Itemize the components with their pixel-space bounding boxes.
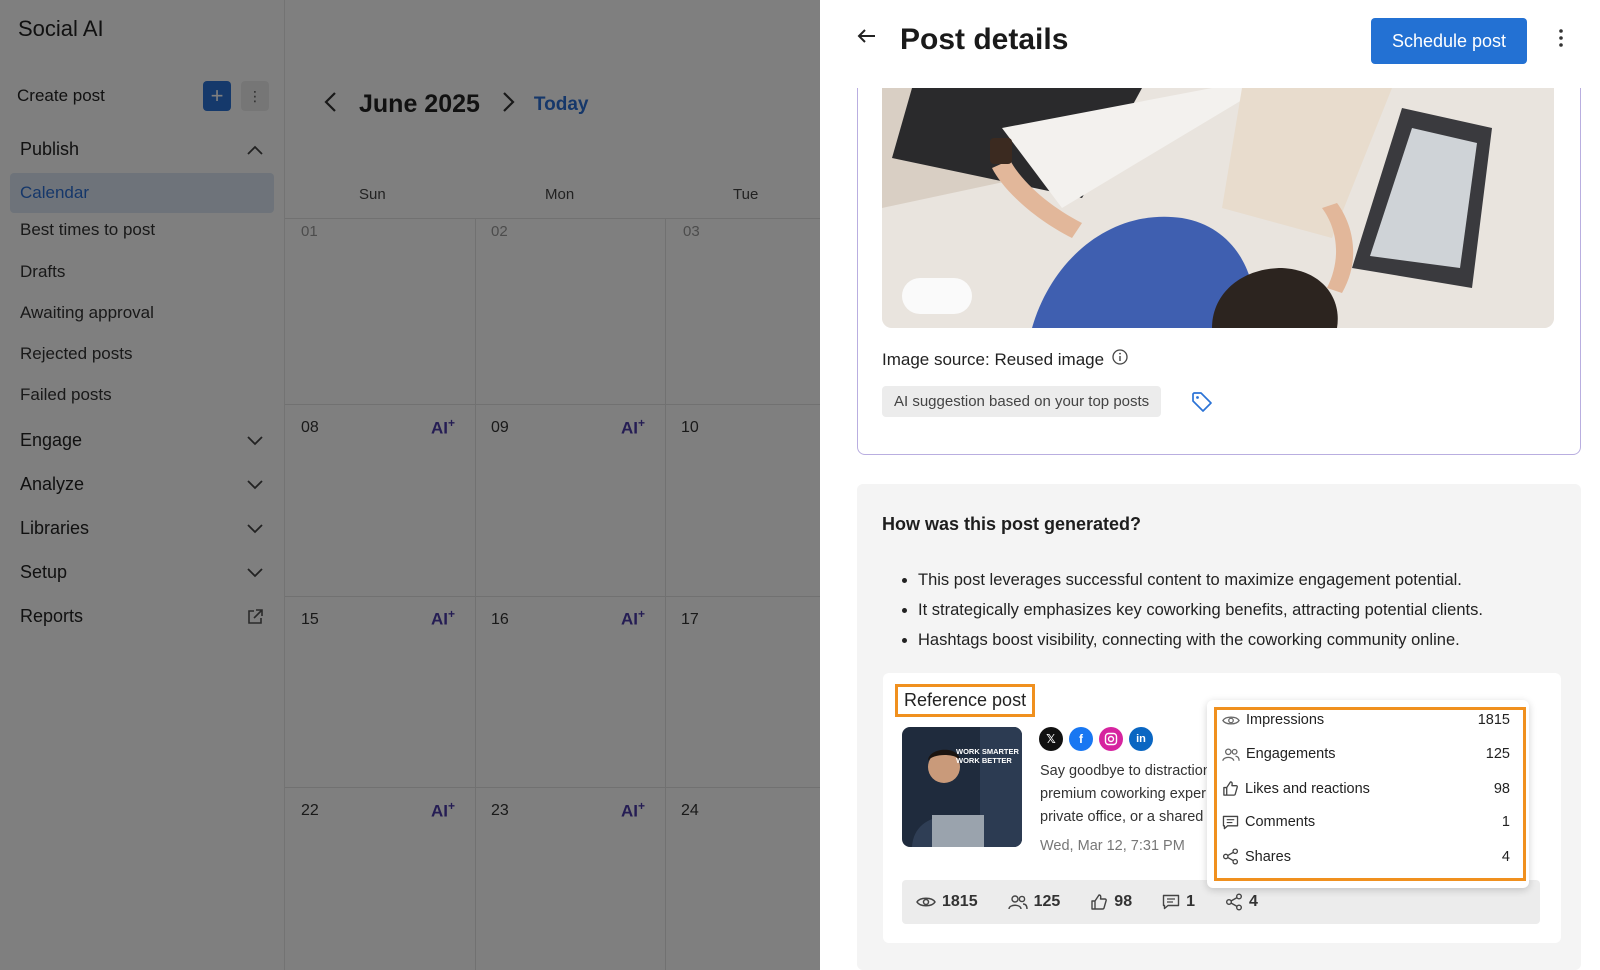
stat-likes: 98 [1090,893,1132,911]
list-item: Hashtags boost visibility, connecting wi… [918,625,1560,655]
comment-icon [1222,815,1239,829]
reference-text-line: private office, or a shared [1040,809,1204,825]
metric-row-shares: Shares 4 [1222,848,1510,865]
users-icon [1007,895,1028,910]
metric-row-comments: Comments 1 [1222,814,1510,830]
metric-row-engagements: Engagements 125 [1222,746,1510,762]
more-options-button[interactable] [1558,28,1564,53]
tag-icon[interactable] [1191,391,1213,418]
generation-reasons: This post leverages successful content t… [900,565,1560,655]
schedule-post-button[interactable]: Schedule post [1371,18,1527,64]
image-source: Image source: Reused image [882,349,1128,370]
metric-value: 1815 [1477,712,1510,728]
metric-label: Engagements [1246,746,1336,762]
metric-value: 98 [1493,780,1510,797]
eye-icon [916,897,936,907]
ai-suggestion-chip: AI suggestion based on your top posts [882,386,1162,417]
metric-value: 1 [1501,814,1510,830]
thumbnail-text: WORK SMARTER [956,747,1019,756]
back-button[interactable] [856,28,876,49]
generation-title: How was this post generated? [882,514,1142,534]
kebab-icon [1559,29,1563,47]
eye-icon [1222,715,1240,725]
metric-value: 125 [1485,746,1510,762]
reference-text-line: premium coworking exper [1040,786,1207,802]
share-icon [1226,893,1242,911]
comment-icon [1162,894,1180,910]
instagram-icon [1099,727,1123,751]
reference-post-label: Reference post [895,684,1036,717]
panel-header: Post details Schedule post [820,0,1600,88]
info-icon[interactable] [1112,349,1128,370]
image-source-text: Image source: Reused image [882,349,1105,369]
stat-comments: 1 [1162,893,1195,911]
social-networks: 𝕏 f in [1039,727,1153,751]
thumbs-up-icon [1223,781,1238,796]
arrow-left-icon [857,29,875,43]
metric-row-impressions: Impressions 1815 [1222,712,1510,728]
list-item: This post leverages successful content t… [918,565,1560,595]
stat-shares: 4 [1225,893,1258,911]
share-icon [1222,848,1239,865]
metric-label: Likes and reactions [1245,780,1370,797]
page-title: Post details [900,23,1069,56]
post-details-panel: Image source: Reused image AI suggestion… [820,0,1600,970]
linkedin-icon: in [1129,727,1153,751]
facebook-icon: f [1069,727,1093,751]
metric-row-likes: Likes and reactions 98 [1222,780,1510,797]
users-icon [1222,747,1240,761]
x-twitter-icon: 𝕏 [1039,727,1063,751]
thumbs-up-icon [1091,894,1108,910]
metric-label: Comments [1245,814,1316,830]
modal-overlay[interactable] [0,0,820,970]
stat-impressions: 1815 [916,893,978,911]
thumbnail-text: WORK BETTER [956,756,1012,765]
reference-text-line: Say goodbye to distraction [1040,763,1208,779]
stat-engagements: 125 [1007,893,1060,911]
metric-label: Impressions [1246,712,1325,728]
metric-label: Shares [1245,848,1291,865]
reference-post-date: Wed, Mar 12, 7:31 PM [1040,838,1185,854]
reference-post-text: Say goodbye to distraction premium cowor… [1040,760,1208,829]
post-image [882,88,1554,328]
list-item: It strategically emphasizes key coworkin… [918,595,1560,625]
metric-value: 4 [1501,848,1510,865]
reference-post-thumbnail[interactable]: WORK SMARTER WORK BETTER [902,727,1022,847]
